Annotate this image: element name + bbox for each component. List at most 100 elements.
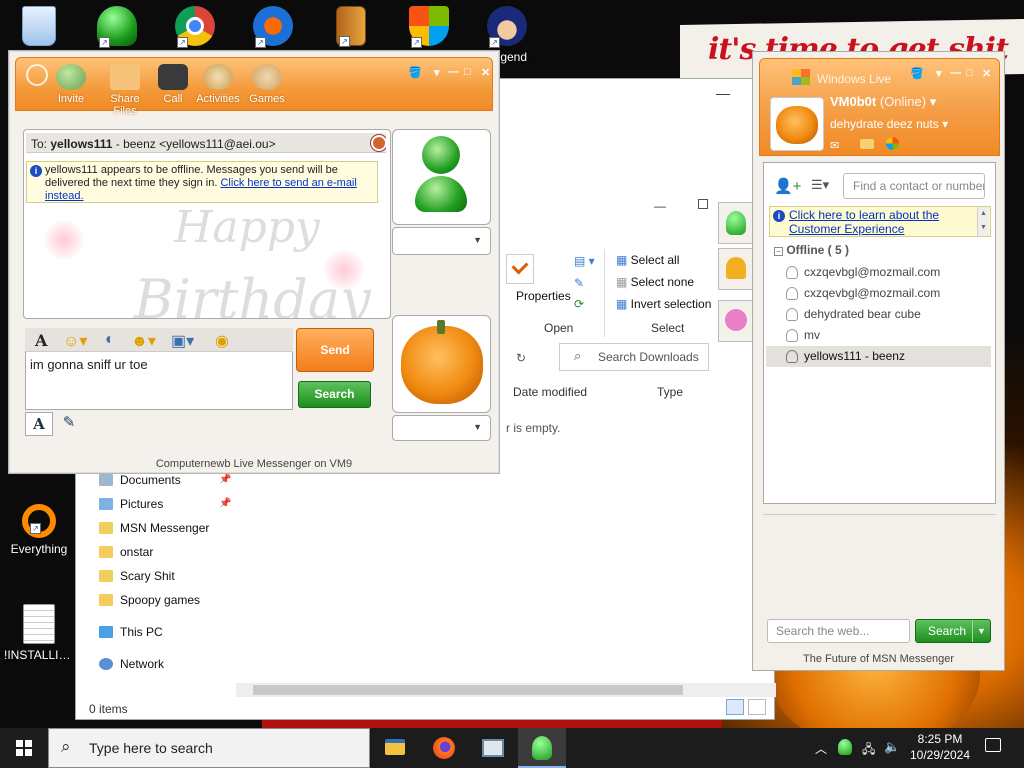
user-display-picture[interactable] [770, 97, 824, 151]
scrollbar-thumb[interactable] [253, 685, 683, 695]
history-icon[interactable]: ⟳ [574, 297, 584, 311]
open-icon[interactable]: ▤ ▾ [574, 254, 595, 268]
desktop-icon-everything[interactable]: ↗ Everything [4, 504, 74, 556]
taskbar-firefox[interactable] [420, 728, 468, 768]
activities-button[interactable]: Activities [193, 64, 243, 105]
send-button[interactable]: Send [296, 328, 374, 372]
user-picture-dropdown[interactable]: ▼ [392, 415, 491, 441]
contact-picture-dropdown[interactable]: ▼ [392, 227, 491, 255]
menu-icon[interactable] [26, 64, 48, 86]
contact-item-selected[interactable]: yellows111 - beenz [766, 346, 991, 367]
start-button[interactable] [0, 728, 48, 768]
desktop-icon-msn-messenger[interactable]: ↗ [82, 6, 152, 50]
nav-item-this-pc[interactable]: This PC [99, 623, 163, 641]
folder-icon[interactable] [860, 139, 874, 149]
horizontal-scrollbar[interactable] [236, 683, 776, 697]
message-history[interactable]: Happy Birthday [23, 129, 391, 319]
sidetab-stickers[interactable] [718, 300, 752, 342]
emoticon-icon[interactable]: ☺▾ [63, 331, 87, 351]
contact-item[interactable]: cxzqevbgl@mozmail.com [766, 262, 991, 283]
volume-icon[interactable]: 🔈 [884, 739, 900, 768]
customer-experience-link[interactable]: Click here to learn about the Customer E… [789, 208, 939, 236]
background-icon[interactable]: ▣▾ [171, 331, 194, 351]
sidetab-alerts[interactable] [718, 248, 752, 290]
close-icon[interactable]: ✕ [481, 66, 490, 79]
desktop-icon-app[interactable]: ↗ [238, 6, 308, 50]
chevron-down-icon[interactable]: ▼ [972, 620, 990, 642]
desktop-icon-installing[interactable]: !INSTALLIN... [4, 604, 74, 662]
desktop-icon-installer[interactable]: ↗ [316, 6, 386, 50]
search-button[interactable]: Search [298, 381, 371, 408]
block-icon[interactable] [371, 135, 386, 151]
desktop-icon-windows-security[interactable]: ↗ [394, 6, 464, 50]
taskbar-file-explorer[interactable] [371, 728, 419, 768]
web-search-input[interactable]: Search the web... [767, 619, 910, 643]
contact-item[interactable]: dehydrated bear cube [766, 304, 991, 325]
contact-display-picture[interactable] [392, 129, 491, 225]
nav-item-pictures[interactable]: Pictures 📌 [99, 495, 231, 513]
web-search-button[interactable]: Search ▼ [915, 619, 991, 643]
mail-icon[interactable]: ✉ [830, 139, 839, 152]
tray-messenger-icon[interactable] [838, 739, 852, 755]
add-contact-icon[interactable]: 👤+ [774, 177, 801, 195]
sidetab-contacts[interactable] [718, 202, 752, 244]
dropdown-menu-icon[interactable]: ▾ [434, 66, 440, 79]
invert-selection-button[interactable]: ▦ Invert selection [616, 297, 711, 311]
handwriting-mode-icon[interactable]: ✎ [55, 412, 83, 436]
taskbar-msn-messenger[interactable] [518, 728, 566, 768]
close-icon[interactable]: ✕ [982, 67, 991, 80]
nav-item-onstar[interactable]: onstar [99, 543, 153, 561]
minimize-icon[interactable]: — [716, 85, 730, 101]
msn-butterfly-icon[interactable] [886, 137, 899, 150]
message-input[interactable]: im gonna sniff ur toe [25, 352, 293, 410]
nav-item-msn-messenger[interactable]: MSN Messenger [99, 519, 209, 537]
minimize-icon[interactable]: — [950, 67, 961, 79]
list-view-options-icon[interactable]: ☰▾ [811, 177, 829, 193]
find-contact-input[interactable]: Find a contact or number [843, 173, 985, 199]
wink-icon[interactable]: ☻▾ [131, 331, 156, 351]
voice-clip-icon[interactable]: ◐ [105, 331, 115, 349]
contact-item[interactable]: mv [766, 325, 991, 346]
maximize-icon[interactable] [698, 199, 708, 209]
column-type[interactable]: Type [657, 385, 683, 399]
paint-bucket-icon[interactable]: 🪣 [910, 67, 924, 80]
taskbar-search-box[interactable]: ⌕ Type here to search [48, 728, 370, 768]
nav-item-spoopy-games[interactable]: Spoopy games [99, 591, 200, 609]
select-none-button[interactable]: ▦ Select none [616, 275, 694, 289]
user-display-picture[interactable] [392, 315, 491, 413]
paint-bucket-icon[interactable]: 🪣 [408, 66, 422, 79]
refresh-icon[interactable]: ↻ [516, 351, 526, 365]
nav-item-network[interactable]: Network [99, 655, 164, 673]
ribbon-collapse-icon[interactable]: — [654, 199, 666, 213]
column-date-modified[interactable]: Date modified [513, 385, 587, 399]
taskbar-clock[interactable]: 8:25 PM 10/29/2024 [905, 731, 975, 763]
user-status[interactable]: VM0b0t (Online) ▾ [830, 94, 936, 110]
dropdown-menu-icon[interactable]: ▾ [936, 67, 942, 80]
select-all-button[interactable]: ▦ Select all [616, 253, 679, 267]
invite-button[interactable]: Invite [46, 64, 96, 105]
contact-item[interactable]: cxzqevbgl@mozmail.com [766, 283, 991, 304]
maximize-icon[interactable]: □ [464, 66, 471, 78]
nudge-icon[interactable]: ◉ [215, 331, 229, 351]
games-button[interactable]: Games [242, 64, 292, 105]
call-button[interactable]: Call [148, 64, 198, 105]
personal-message[interactable]: dehydrate deez nuts ▾ [830, 117, 948, 131]
edit-icon[interactable]: ✎ [574, 276, 584, 290]
group-offline[interactable]: − Offline ( 5 ) [774, 243, 849, 257]
text-mode-icon[interactable]: A [25, 412, 53, 436]
minimize-icon[interactable]: — [448, 66, 459, 78]
bar-scroll-icon[interactable]: ▲ ▼ [977, 207, 989, 236]
network-icon[interactable]: 🖧 [862, 740, 875, 768]
font-icon[interactable]: A [35, 331, 47, 350]
desktop-icon-chrome[interactable]: ↗ [160, 6, 230, 50]
show-hidden-icons[interactable]: ︿ [815, 740, 827, 768]
share-files-button[interactable]: Share Files [98, 64, 152, 117]
maximize-icon[interactable]: □ [966, 67, 973, 79]
details-view-icon[interactable] [726, 699, 744, 715]
tiles-view-icon[interactable] [748, 699, 766, 715]
notifications-icon[interactable] [985, 738, 1001, 752]
explorer-search-input[interactable]: ⌕ Search Downloads [559, 343, 709, 371]
nav-item-scary[interactable]: Scary Shit [99, 567, 175, 585]
taskbar-screen-app[interactable] [469, 728, 517, 768]
properties-button[interactable]: Properties [516, 289, 571, 303]
